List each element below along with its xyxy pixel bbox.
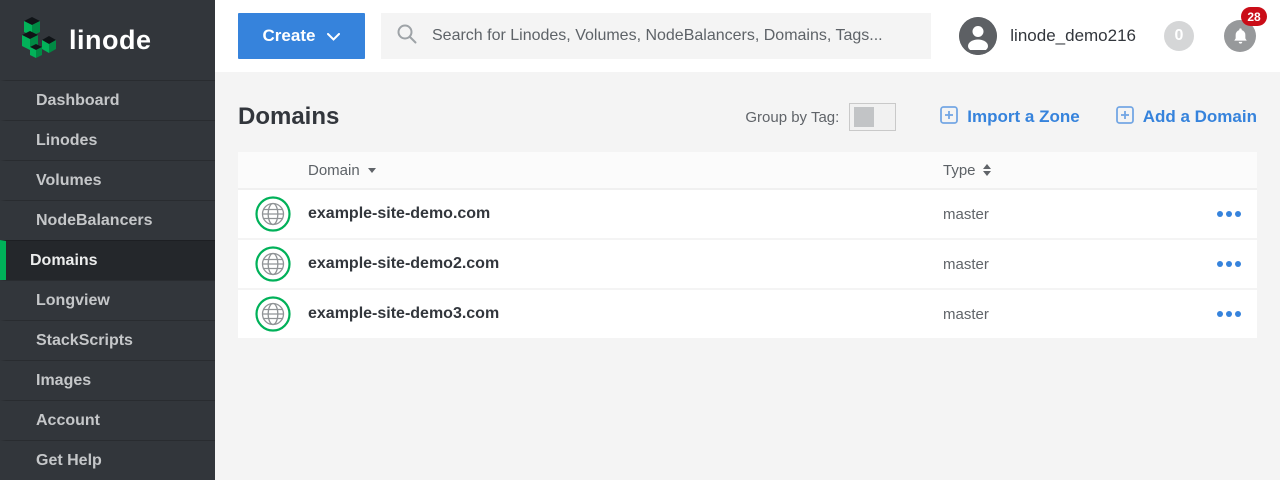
domain-type: master: [943, 306, 1193, 323]
sidebar-item-domains[interactable]: Domains: [0, 240, 215, 280]
sort-desc-icon: [368, 168, 376, 173]
table-row[interactable]: example-site-demo.com master: [238, 190, 1257, 240]
more-actions-button[interactable]: [1215, 257, 1243, 271]
content: Domains Group by Tag: Import a Zone: [215, 72, 1280, 480]
domain-name[interactable]: example-site-demo.com: [308, 205, 943, 223]
create-button[interactable]: Create: [238, 13, 365, 59]
page-title: Domains: [238, 103, 339, 131]
sidebar-item-nodebalancers[interactable]: NodeBalancers: [0, 200, 215, 240]
type-header-label: Type: [943, 162, 976, 179]
notifications-count: 28: [1247, 10, 1260, 24]
search-icon: [396, 23, 418, 50]
add-domain-label: Add a Domain: [1143, 107, 1257, 127]
import-zone-label: Import a Zone: [967, 107, 1079, 127]
events-count: 0: [1175, 27, 1184, 45]
sidebar-item-dashboard[interactable]: Dashboard: [0, 80, 215, 120]
more-actions-button[interactable]: [1215, 307, 1243, 321]
app-window: linode Dashboard Linodes Volumes NodeBal…: [0, 0, 1280, 480]
row-actions: [1193, 257, 1257, 271]
domain-name[interactable]: example-site-demo3.com: [308, 305, 943, 323]
content-header: Domains Group by Tag: Import a Zone: [238, 100, 1257, 134]
domain-column-header[interactable]: Domain: [308, 162, 943, 179]
events-count-badge[interactable]: 0: [1164, 21, 1194, 51]
group-by-tag-toggle[interactable]: [849, 103, 896, 131]
notifications-count-badge: 28: [1241, 7, 1267, 26]
header-controls: Group by Tag: Import a Zone: [745, 103, 1257, 131]
sidebar-item-get-help[interactable]: Get Help: [0, 440, 215, 480]
table-row[interactable]: example-site-demo3.com master: [238, 290, 1257, 340]
global-search: [381, 13, 931, 59]
row-actions: [1193, 207, 1257, 221]
plus-square-icon: [1116, 106, 1134, 129]
group-by-tag-label: Group by Tag:: [745, 109, 839, 126]
topbar: Create: [215, 0, 1280, 72]
domain-type: master: [943, 206, 1193, 223]
domains-table: Domain Type: [238, 152, 1257, 340]
search-input[interactable]: [432, 27, 916, 45]
brand-name: linode: [69, 25, 152, 56]
avatar[interactable]: [959, 17, 997, 55]
domain-globe-icon: [238, 196, 308, 232]
sidebar-item-stackscripts[interactable]: StackScripts: [0, 320, 215, 360]
sidebar-item-images[interactable]: Images: [0, 360, 215, 400]
domain-header-label: Domain: [308, 162, 360, 179]
topbar-right: linode_demo216 0 28: [959, 17, 1256, 55]
domain-globe-icon: [238, 296, 308, 332]
notifications-button[interactable]: 28: [1224, 20, 1256, 52]
more-actions-button[interactable]: [1215, 207, 1243, 221]
sidebar: linode Dashboard Linodes Volumes NodeBal…: [0, 0, 215, 480]
create-button-label: Create: [263, 26, 316, 46]
toggle-knob: [854, 107, 874, 127]
username[interactable]: linode_demo216: [1010, 26, 1136, 46]
domain-globe-icon: [238, 246, 308, 282]
sort-both-icon: [983, 164, 991, 176]
linode-logo[interactable]: linode: [0, 0, 215, 80]
chevron-down-icon: [327, 26, 340, 46]
sidebar-nav: Dashboard Linodes Volumes NodeBalancers …: [0, 80, 215, 480]
sidebar-item-longview[interactable]: Longview: [0, 280, 215, 320]
sidebar-item-account[interactable]: Account: [0, 400, 215, 440]
table-header-row: Domain Type: [238, 152, 1257, 190]
linode-cubes-icon: [18, 15, 58, 66]
import-zone-link[interactable]: Import a Zone: [940, 106, 1079, 129]
sidebar-item-linodes[interactable]: Linodes: [0, 120, 215, 160]
type-column-header[interactable]: Type: [943, 162, 1193, 179]
table-row[interactable]: example-site-demo2.com master: [238, 240, 1257, 290]
sidebar-item-volumes[interactable]: Volumes: [0, 160, 215, 200]
row-actions: [1193, 307, 1257, 321]
plus-square-icon: [940, 106, 958, 129]
domain-name[interactable]: example-site-demo2.com: [308, 255, 943, 273]
main-area: Create: [215, 0, 1280, 480]
add-domain-link[interactable]: Add a Domain: [1116, 106, 1257, 129]
domain-type: master: [943, 256, 1193, 273]
